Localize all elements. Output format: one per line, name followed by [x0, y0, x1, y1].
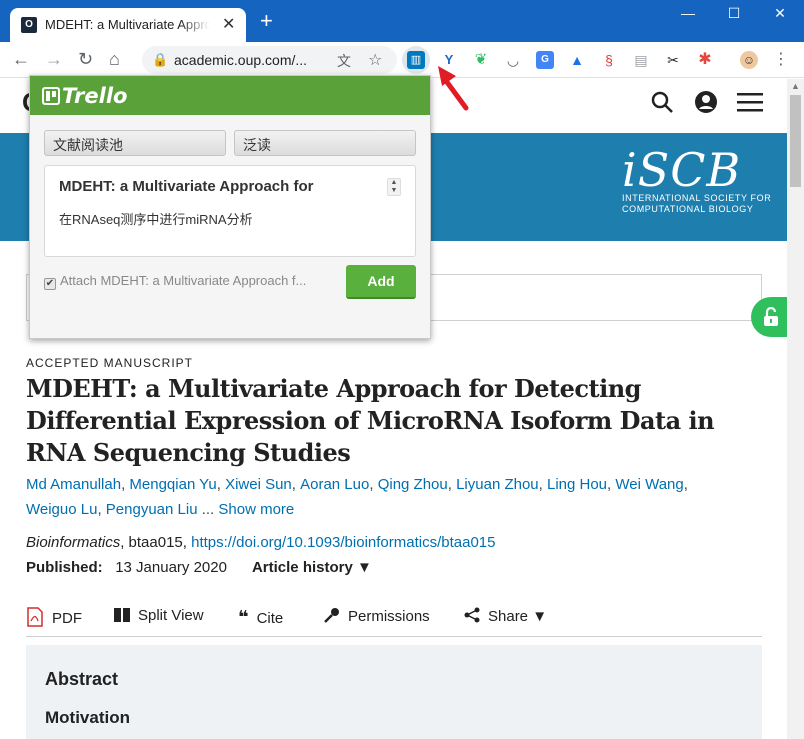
author-link[interactable]: Weiguo Lu — [26, 501, 97, 518]
author-link[interactable]: Mengqian Yu — [129, 476, 216, 493]
article-title: MDEHT: a Multivariate Approach for Detec… — [26, 374, 715, 467]
article-tools-bar: PDF Split View ❝ Cite Permissions Share ▼ — [26, 603, 762, 637]
address-bar[interactable]: 🔒 academic.oup.com/... 文 ☆ — [142, 46, 397, 74]
quote-icon: ❝ — [238, 607, 249, 627]
article-history-toggle[interactable]: Article history ▼ — [252, 559, 372, 576]
split-view-icon — [114, 607, 130, 624]
cite-label: Cite — [256, 610, 284, 627]
cite-button[interactable]: ❝ Cite — [238, 607, 283, 628]
article-id: , btaa015, — [120, 534, 192, 551]
list-select[interactable]: 泛读 — [234, 130, 416, 156]
author-link[interactable]: Md Amanullah — [26, 476, 121, 493]
scroll-spinner-icon[interactable]: ▲ ▼ — [387, 178, 401, 196]
share-icon — [464, 607, 480, 625]
pdf-button[interactable]: PDF — [26, 607, 82, 627]
authors-ellipsis: ... — [201, 501, 215, 518]
pdf-label: PDF — [52, 610, 82, 627]
attach-row: ✔ Attach MDEHT: a Multivariate Approach f… — [44, 273, 306, 290]
window-maximize-button[interactable]: ☐ — [714, 5, 754, 22]
tab-close-icon[interactable]: ✕ — [222, 14, 235, 34]
window-close-button[interactable]: ✕ — [760, 5, 800, 22]
doi-link[interactable]: https://doi.org/10.1093/bioinformatics/b… — [191, 534, 495, 551]
scissors-extension-icon[interactable]: ✂ — [664, 51, 682, 69]
chrome-menu-icon[interactable]: ⋮ — [772, 51, 790, 69]
home-icon[interactable]: ⌂ — [109, 49, 120, 70]
motivation-heading: Motivation — [45, 708, 130, 727]
annotation-arrow-icon — [432, 64, 472, 119]
account-icon[interactable] — [694, 90, 718, 121]
author-link[interactable]: Liyuan Zhou — [456, 476, 539, 493]
new-tab-button[interactable]: + — [260, 10, 273, 32]
scroll-up-arrow-icon[interactable]: ▲ — [791, 81, 800, 91]
author-link[interactable]: Ling Hou — [547, 476, 607, 493]
split-view-label: Split View — [138, 607, 204, 624]
iscb-logo-subtitle-1: INTERNATIONAL SOCIETY FOR — [622, 193, 772, 203]
google-translate-extension-icon[interactable]: G — [536, 51, 554, 69]
search-icon[interactable] — [650, 90, 674, 121]
author-link[interactable]: Xiwei Sun — [225, 476, 292, 493]
tab-favicon-icon: O — [21, 17, 37, 33]
browser-toolbar: ← → ↻ ⌂ 🔒 academic.oup.com/... 文 ☆ ▥ Y ❦… — [0, 42, 804, 78]
url-text: academic.oup.com/... — [174, 52, 308, 68]
abstract-section: Abstract Motivation — [26, 645, 762, 739]
iscb-logo[interactable]: iSCB INTERNATIONAL SOCIETY FOR COMPUTATI… — [622, 147, 771, 215]
attach-checkbox[interactable]: ✔ — [44, 278, 56, 290]
attach-label: Attach MDEHT: a Multivariate Approach f.… — [60, 273, 307, 288]
profile-avatar-icon[interactable]: ☺ — [740, 51, 758, 69]
window-minimize-button[interactable]: — — [668, 5, 708, 21]
lock-icon: 🔒 — [152, 52, 169, 67]
author-link[interactable]: Pengyuan Liu — [106, 501, 198, 518]
author-link[interactable]: Wei Wang — [615, 476, 683, 493]
card-description-input[interactable]: 在RNAseq测序中进行miRNA分析 — [59, 209, 253, 228]
tab-title-fade — [180, 14, 210, 34]
iscb-logo-subtitle-2: COMPUTATIONAL BIOLOGY — [622, 204, 754, 214]
trello-popup: Trello 文献阅读池 泛读 MDEHT: a Multivariate Ap… — [29, 75, 431, 339]
add-card-button[interactable]: Add — [346, 265, 416, 299]
published-label: Published: — [26, 559, 103, 576]
trello-extension-icon[interactable]: ▥ — [407, 51, 425, 69]
board-select[interactable]: 文献阅读池 — [44, 130, 226, 156]
card-title-input[interactable]: MDEHT: a Multivariate Approach for — [59, 178, 313, 195]
trello-popup-header: Trello — [30, 76, 430, 115]
zotero-extension-icon[interactable]: § — [600, 51, 618, 69]
journal-name: Bioinformatics — [26, 534, 121, 551]
split-view-button[interactable]: Split View — [114, 607, 204, 624]
card-editor[interactable]: MDEHT: a Multivariate Approach for ▲ ▼ 在R… — [44, 165, 416, 257]
asterisk-extension-icon[interactable]: ✱ — [696, 51, 714, 69]
abstract-heading: Abstract — [45, 669, 119, 689]
published-date: 13 January 2020 — [115, 559, 227, 576]
unlock-icon[interactable] — [751, 297, 787, 337]
pdf-icon — [26, 607, 44, 627]
show-more-link[interactable]: Show more — [218, 501, 294, 518]
share-button[interactable]: Share ▼ — [464, 607, 547, 625]
scholar-extension-icon[interactable]: ▲ — [568, 51, 586, 69]
citation-line: Bioinformatics, btaa015, https://doi.org… — [26, 534, 495, 551]
evernote-extension-icon[interactable]: ❦ — [472, 51, 490, 69]
key-icon — [324, 607, 340, 625]
document-extension-icon[interactable]: ▤ — [632, 51, 650, 69]
trello-logo: Trello — [42, 84, 127, 108]
forward-arrow-icon[interactable]: → — [45, 49, 63, 70]
permissions-button[interactable]: Permissions — [324, 607, 430, 625]
hamburger-menu-icon[interactable] — [737, 90, 763, 121]
publication-row: Published: 13 January 2020 Article histo… — [26, 559, 372, 576]
author-link[interactable]: Qing Zhou — [378, 476, 448, 493]
browser-titlebar: O MDEHT: a Multivariate Approach for Det… — [0, 0, 804, 42]
reload-icon[interactable]: ↻ — [78, 49, 93, 70]
browser-tab[interactable]: O MDEHT: a Multivariate Approach for Det… — [10, 8, 246, 42]
back-arrow-icon[interactable]: ← — [12, 49, 30, 70]
author-list: Md Amanullah, Mengqian Yu, Xiwei Sun, Ao… — [26, 476, 688, 518]
author-link[interactable]: Aoran Luo — [300, 476, 369, 493]
star-icon[interactable]: ☆ — [368, 50, 382, 70]
page-scrollbar[interactable]: ▲ — [787, 79, 804, 739]
pocket-extension-icon[interactable]: ◡ — [504, 51, 522, 69]
article-type-label: ACCEPTED MANUSCRIPT — [26, 356, 194, 370]
share-label: Share ▼ — [488, 608, 548, 625]
trello-board-icon — [42, 87, 60, 105]
scrollbar-thumb[interactable] — [790, 95, 801, 187]
iscb-logo-word: iSCB — [622, 143, 742, 197]
translate-icon[interactable]: 文 — [337, 51, 351, 71]
permissions-label: Permissions — [348, 608, 430, 625]
